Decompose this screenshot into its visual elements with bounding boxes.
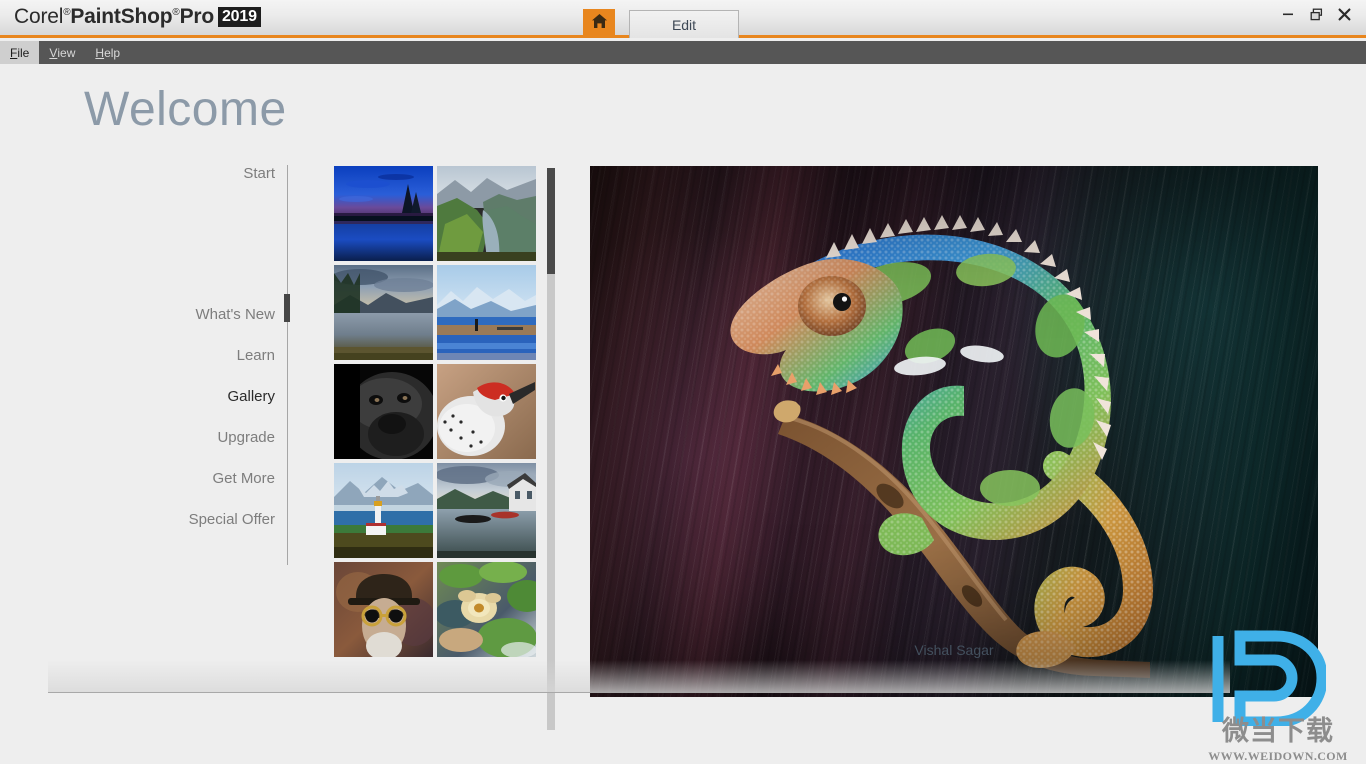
- sidebar-item-special-offer[interactable]: Special Offer: [189, 508, 275, 531]
- menu-item-help[interactable]: Help: [85, 41, 130, 64]
- restore-icon: [1310, 8, 1323, 21]
- close-icon: [1338, 8, 1351, 21]
- home-icon: [591, 13, 608, 34]
- gallery-thumbnail-gorilla-portrait[interactable]: [334, 364, 433, 459]
- gallery-thumbnail-blue-dusk-lake[interactable]: [334, 166, 433, 261]
- home-tab-button[interactable]: [583, 9, 615, 38]
- menu-item-view[interactable]: View: [39, 41, 85, 64]
- gallery-scrollbar[interactable]: [547, 168, 555, 730]
- gallery-thumbnail-green-fjord[interactable]: [437, 166, 536, 261]
- menu-item-view-rest: iew: [57, 45, 76, 60]
- sidebar-item-get-more[interactable]: Get More: [212, 467, 275, 490]
- page-title: Welcome: [84, 83, 287, 136]
- brand-registered-2: ®: [172, 7, 180, 18]
- brand-year-badge: 2019: [217, 7, 261, 27]
- welcome-nav: Start What's New Learn Gallery Upgrade G…: [60, 162, 275, 531]
- minimize-button[interactable]: [1274, 2, 1302, 26]
- footer-divider: [48, 692, 1230, 693]
- nav-active-marker: [284, 294, 290, 322]
- gallery-thumbnail-mountain-lake-reflection[interactable]: [334, 265, 433, 360]
- brand-pro: Pro: [179, 5, 215, 28]
- gallery-preview-image[interactable]: [590, 166, 1318, 697]
- gallery-preview-caption: Vishal Sagar: [914, 642, 994, 658]
- watermark-chinese-text: 微当下载: [1222, 716, 1334, 746]
- gallery-thumbnail-grid: [334, 166, 540, 657]
- gallery-thumbnail-lake-boats-cottage[interactable]: [437, 463, 536, 558]
- edit-tab-label: Edit: [671, 16, 697, 33]
- sidebar-item-gallery[interactable]: Gallery: [227, 385, 275, 408]
- app-brand-title: Corel®PaintShop®Pro 2019: [14, 5, 261, 29]
- gallery-thumbnail-steampunk-portrait[interactable]: [334, 562, 433, 657]
- menu-item-help-rest: elp: [104, 45, 121, 60]
- welcome-page: Welcome Start What's New Learn Gallery U…: [0, 64, 1366, 763]
- close-button[interactable]: [1330, 2, 1358, 26]
- gallery-thumbnail-list[interactable]: [334, 166, 540, 729]
- window-controls: [1274, 2, 1358, 26]
- brand-paintshop: PaintShop: [70, 5, 173, 28]
- menu-item-view-mnemonic: V: [49, 45, 58, 60]
- gallery-thumbnail-woodpecker[interactable]: [437, 364, 536, 459]
- edit-tab[interactable]: Edit: [629, 10, 739, 38]
- title-bar: Corel®PaintShop®Pro 2019 Edit: [0, 0, 1366, 38]
- gallery-thumbnail-snow-mountain-lake[interactable]: [437, 265, 536, 360]
- watermark-url-text: WWW.WEIDOWN.COM: [1208, 749, 1348, 763]
- menu-item-file[interactable]: File: [0, 41, 40, 64]
- sidebar-item-whats-new[interactable]: What's New: [195, 303, 275, 326]
- preview-vignette: [590, 166, 1318, 697]
- sidebar-item-upgrade[interactable]: Upgrade: [217, 426, 275, 449]
- menu-item-help-mnemonic: H: [95, 45, 105, 60]
- restore-button[interactable]: [1302, 2, 1330, 26]
- menu-item-file-mnemonic: F: [10, 45, 18, 60]
- footer-sheen: [48, 660, 1230, 692]
- menu-item-file-rest: ile: [17, 45, 30, 60]
- sidebar-item-start[interactable]: Start: [243, 162, 275, 185]
- brand-corel: Corel: [14, 5, 64, 28]
- gallery-thumbnail-lighthouse[interactable]: [334, 463, 433, 558]
- menu-bar: File View Help: [0, 41, 1366, 64]
- gallery-scrollbar-thumb[interactable]: [547, 168, 555, 274]
- nav-divider-line: [287, 165, 288, 565]
- minimize-icon: [1282, 8, 1294, 20]
- gallery-thumbnail-water-lily[interactable]: [437, 562, 536, 657]
- sidebar-item-learn[interactable]: Learn: [237, 344, 275, 367]
